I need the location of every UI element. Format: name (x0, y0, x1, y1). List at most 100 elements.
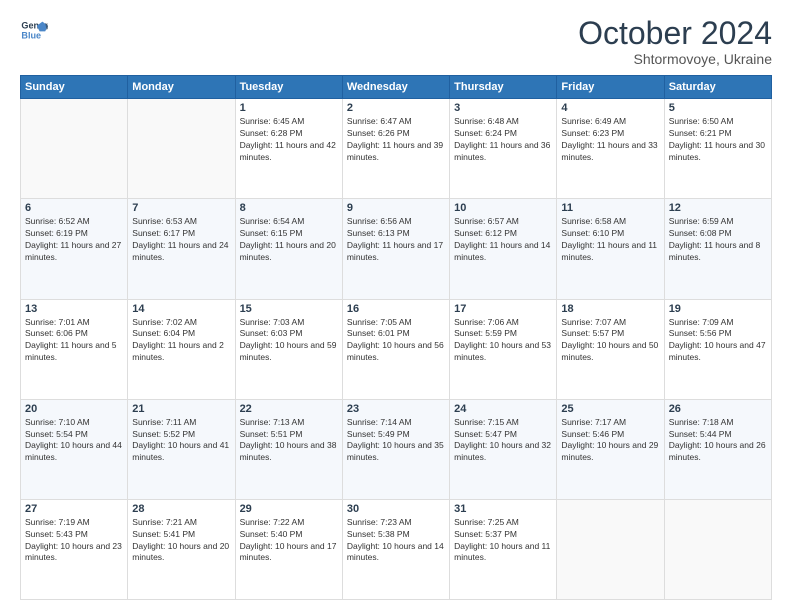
calendar-day-cell: 20 Sunrise: 7:10 AM Sunset: 5:54 PM Dayli… (21, 399, 128, 499)
day-number: 25 (561, 403, 659, 415)
calendar-day-cell: 21Sunrise: 7:11 AM Sunset: 5:52 PM Dayli… (128, 399, 235, 499)
calendar-day-cell: 1Sunrise: 6:45 AM Sunset: 6:28 PM Daylig… (235, 99, 342, 199)
day-info: Sunrise: 6:57 AM Sunset: 6:12 PM Dayligh… (454, 216, 552, 264)
day-number: 11 (561, 202, 659, 214)
day-info: Sunrise: 7:07 AM Sunset: 5:57 PM Dayligh… (561, 317, 659, 365)
weekday-header: Saturday (664, 76, 771, 99)
day-number: 4 (561, 102, 659, 114)
calendar-day-cell: 10 Sunrise: 6:57 AM Sunset: 6:12 PM Dayli… (450, 199, 557, 299)
svg-text:Blue: Blue (21, 30, 41, 40)
day-info: Sunrise: 6:47 AM Sunset: 6:26 PM Dayligh… (347, 116, 445, 164)
day-info: Sunrise: 7:03 AM Sunset: 6:03 PM Dayligh… (240, 317, 338, 365)
logo: General Blue (20, 16, 48, 44)
logo-icon: General Blue (20, 16, 48, 44)
day-info: Sunrise: 7:10 AM Sunset: 5:54 PM Dayligh… (25, 417, 123, 465)
day-number: 24 (454, 403, 552, 415)
weekday-header-row: SundayMondayTuesdayWednesdayThursdayFrid… (21, 76, 772, 99)
calendar-table: SundayMondayTuesdayWednesdayThursdayFrid… (20, 75, 772, 600)
weekday-header: Wednesday (342, 76, 449, 99)
calendar-day-cell: 23 Sunrise: 7:14 AM Sunset: 5:49 PM Dayli… (342, 399, 449, 499)
day-info: Sunrise: 6:53 AM Sunset: 6:17 PM Dayligh… (132, 216, 230, 264)
calendar-day-cell (21, 99, 128, 199)
day-number: 28 (132, 503, 230, 515)
calendar-day-cell (128, 99, 235, 199)
day-number: 9 (347, 202, 445, 214)
calendar-day-cell: 8 Sunrise: 6:54 AM Sunset: 6:15 PM Daylig… (235, 199, 342, 299)
day-number: 19 (669, 303, 767, 315)
day-info: Sunrise: 7:17 AM Sunset: 5:46 PM Dayligh… (561, 417, 659, 465)
calendar-day-cell: 31 Sunrise: 7:25 AM Sunset: 5:37 PM Dayli… (450, 499, 557, 599)
calendar-day-cell: 29 Sunrise: 7:22 AM Sunset: 5:40 PM Dayli… (235, 499, 342, 599)
day-info: Sunrise: 7:14 AM Sunset: 5:49 PM Dayligh… (347, 417, 445, 465)
calendar-week-row: 13 Sunrise: 7:01 AM Sunset: 6:06 PM Dayli… (21, 299, 772, 399)
calendar-day-cell: 15 Sunrise: 7:03 AM Sunset: 6:03 PM Dayli… (235, 299, 342, 399)
calendar-day-cell: 3Sunrise: 6:48 AM Sunset: 6:24 PM Daylig… (450, 99, 557, 199)
calendar-week-row: 20 Sunrise: 7:10 AM Sunset: 5:54 PM Dayli… (21, 399, 772, 499)
day-info: Sunrise: 6:54 AM Sunset: 6:15 PM Dayligh… (240, 216, 338, 264)
day-info: Sunrise: 7:11 AM Sunset: 5:52 PM Dayligh… (132, 417, 230, 465)
day-number: 8 (240, 202, 338, 214)
day-info: Sunrise: 7:06 AM Sunset: 5:59 PM Dayligh… (454, 317, 552, 365)
day-info: Sunrise: 6:45 AM Sunset: 6:28 PM Dayligh… (240, 116, 338, 164)
day-info: Sunrise: 7:18 AM Sunset: 5:44 PM Dayligh… (669, 417, 767, 465)
calendar-day-cell: 30Sunrise: 7:23 AM Sunset: 5:38 PM Dayli… (342, 499, 449, 599)
calendar-day-cell (664, 499, 771, 599)
day-number: 17 (454, 303, 552, 315)
calendar-day-cell: 28 Sunrise: 7:21 AM Sunset: 5:41 PM Dayli… (128, 499, 235, 599)
day-info: Sunrise: 7:13 AM Sunset: 5:51 PM Dayligh… (240, 417, 338, 465)
calendar-day-cell: 19 Sunrise: 7:09 AM Sunset: 5:56 PM Dayli… (664, 299, 771, 399)
day-number: 16 (347, 303, 445, 315)
calendar-day-cell: 17 Sunrise: 7:06 AM Sunset: 5:59 PM Dayli… (450, 299, 557, 399)
month-title: October 2024 (578, 16, 772, 51)
day-info: Sunrise: 7:25 AM Sunset: 5:37 PM Dayligh… (454, 517, 552, 565)
day-number: 23 (347, 403, 445, 415)
day-number: 5 (669, 102, 767, 114)
calendar-day-cell (557, 499, 664, 599)
day-number: 20 (25, 403, 123, 415)
day-number: 29 (240, 503, 338, 515)
day-number: 22 (240, 403, 338, 415)
calendar-day-cell: 16Sunrise: 7:05 AM Sunset: 6:01 PM Dayli… (342, 299, 449, 399)
weekday-header: Tuesday (235, 76, 342, 99)
weekday-header: Monday (128, 76, 235, 99)
day-info: Sunrise: 6:56 AM Sunset: 6:13 PM Dayligh… (347, 216, 445, 264)
weekday-header: Thursday (450, 76, 557, 99)
day-number: 2 (347, 102, 445, 114)
calendar-day-cell: 25 Sunrise: 7:17 AM Sunset: 5:46 PM Dayli… (557, 399, 664, 499)
day-info: Sunrise: 7:01 AM Sunset: 6:06 PM Dayligh… (25, 317, 123, 365)
weekday-header: Friday (557, 76, 664, 99)
day-info: Sunrise: 7:21 AM Sunset: 5:41 PM Dayligh… (132, 517, 230, 565)
weekday-header: Sunday (21, 76, 128, 99)
day-number: 14 (132, 303, 230, 315)
day-number: 27 (25, 503, 123, 515)
calendar-day-cell: 12 Sunrise: 6:59 AM Sunset: 6:08 PM Dayli… (664, 199, 771, 299)
calendar-week-row: 1Sunrise: 6:45 AM Sunset: 6:28 PM Daylig… (21, 99, 772, 199)
day-number: 6 (25, 202, 123, 214)
calendar-day-cell: 13 Sunrise: 7:01 AM Sunset: 6:06 PM Dayli… (21, 299, 128, 399)
day-info: Sunrise: 7:22 AM Sunset: 5:40 PM Dayligh… (240, 517, 338, 565)
day-number: 15 (240, 303, 338, 315)
day-number: 12 (669, 202, 767, 214)
calendar-day-cell: 9 Sunrise: 6:56 AM Sunset: 6:13 PM Daylig… (342, 199, 449, 299)
calendar-day-cell: 22 Sunrise: 7:13 AM Sunset: 5:51 PM Dayli… (235, 399, 342, 499)
calendar-day-cell: 6Sunrise: 6:52 AM Sunset: 6:19 PM Daylig… (21, 199, 128, 299)
calendar-week-row: 6Sunrise: 6:52 AM Sunset: 6:19 PM Daylig… (21, 199, 772, 299)
calendar-day-cell: 11Sunrise: 6:58 AM Sunset: 6:10 PM Dayli… (557, 199, 664, 299)
page: General Blue October 2024 Shtormovoye, U… (0, 0, 792, 612)
calendar-day-cell: 7Sunrise: 6:53 AM Sunset: 6:17 PM Daylig… (128, 199, 235, 299)
day-info: Sunrise: 7:02 AM Sunset: 6:04 PM Dayligh… (132, 317, 230, 365)
day-number: 31 (454, 503, 552, 515)
calendar-day-cell: 27Sunrise: 7:19 AM Sunset: 5:43 PM Dayli… (21, 499, 128, 599)
calendar-day-cell: 5 Sunrise: 6:50 AM Sunset: 6:21 PM Daylig… (664, 99, 771, 199)
day-info: Sunrise: 7:09 AM Sunset: 5:56 PM Dayligh… (669, 317, 767, 365)
day-info: Sunrise: 6:49 AM Sunset: 6:23 PM Dayligh… (561, 116, 659, 164)
day-number: 10 (454, 202, 552, 214)
day-number: 13 (25, 303, 123, 315)
calendar-day-cell: 24Sunrise: 7:15 AM Sunset: 5:47 PM Dayli… (450, 399, 557, 499)
calendar-day-cell: 26Sunrise: 7:18 AM Sunset: 5:44 PM Dayli… (664, 399, 771, 499)
day-info: Sunrise: 6:50 AM Sunset: 6:21 PM Dayligh… (669, 116, 767, 164)
day-info: Sunrise: 6:59 AM Sunset: 6:08 PM Dayligh… (669, 216, 767, 264)
calendar-day-cell: 2 Sunrise: 6:47 AM Sunset: 6:26 PM Daylig… (342, 99, 449, 199)
day-info: Sunrise: 7:23 AM Sunset: 5:38 PM Dayligh… (347, 517, 445, 565)
header: General Blue October 2024 Shtormovoye, U… (20, 16, 772, 67)
